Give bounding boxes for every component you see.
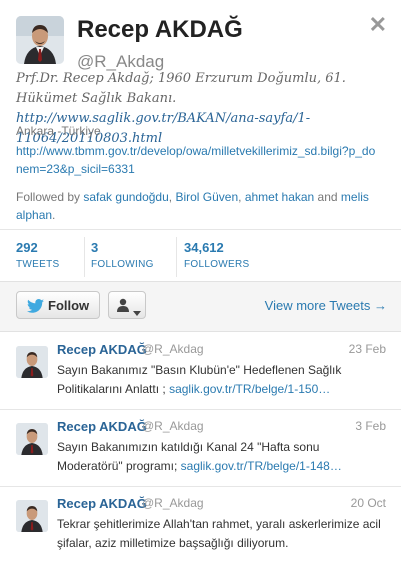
profile-location: Ankara -Türkiye (16, 124, 101, 138)
view-more-tweets-link[interactable]: View more Tweets → (265, 298, 387, 313)
stat-followers-value: 34,612 (184, 240, 224, 255)
followed-by-user[interactable]: Birol Güven (175, 190, 238, 204)
tweet-item[interactable]: Recep AKDAĞ @R_Akdag 23 Feb Sayın Bakanı… (0, 333, 401, 410)
followed-by-sep: , (238, 190, 245, 204)
followed-by-and: and (314, 190, 341, 204)
profile-avatar[interactable] (16, 16, 64, 64)
tweet-avatar[interactable] (16, 346, 48, 378)
twitter-bird-icon (27, 299, 44, 318)
tweet-date[interactable]: 23 Feb (349, 342, 386, 356)
stat-separator (84, 237, 85, 277)
tweet-author-handle[interactable]: @R_Akdag (142, 496, 204, 510)
profile-name[interactable]: Recep AKDAĞ (77, 16, 243, 44)
tweet-author-handle[interactable]: @R_Akdag (142, 419, 204, 433)
stat-tweets-label: TWEETS (16, 259, 60, 270)
divider (0, 229, 401, 230)
tweet-avatar[interactable] (16, 423, 48, 455)
tweet-link[interactable]: saglik.gov.tr/TR/belge/1-148… (181, 459, 342, 473)
stat-following-label: FOLLOWING (91, 259, 154, 270)
stat-following[interactable]: 3 FOLLOWING (91, 240, 154, 270)
stat-separator (176, 237, 177, 277)
stat-tweets[interactable]: 292 TWEETS (16, 240, 59, 270)
tweet-item[interactable]: Recep AKDAĞ @R_Akdag 20 Oct Tekrar şehit… (0, 487, 401, 563)
follow-button-label: Follow (48, 298, 90, 313)
user-actions-button[interactable] (108, 291, 146, 319)
tweet-avatar[interactable] (16, 500, 48, 532)
tweet-author-handle[interactable]: @R_Akdag (142, 342, 204, 356)
close-icon[interactable]: ✕ (369, 12, 387, 38)
followed-by-end: . (52, 208, 56, 222)
followed-by-user[interactable]: safak gundoğdu (83, 190, 168, 204)
user-icon (116, 298, 130, 317)
tweet-body: Tekrar şehitlerimize Allah'tan rahmet, y… (57, 517, 381, 550)
stat-following-value: 3 (91, 240, 99, 255)
caret-down-icon (133, 303, 141, 321)
action-bar: Follow View more Tweets → (0, 281, 401, 332)
tweet-date[interactable]: 3 Feb (355, 419, 386, 433)
tweet-author-name[interactable]: Recep AKDAĞ (57, 342, 147, 357)
tweet-text: Sayın Bakanımız "Basın Klubün'e" Hedefle… (57, 361, 387, 399)
tweet-author-name[interactable]: Recep AKDAĞ (57, 496, 147, 511)
profile-website-link[interactable]: http://www.tbmm.gov.tr/develop/owa/mille… (16, 142, 376, 178)
bio-text: Prf.Dr. Recep Akdağ; 1960 Erzurum Doğuml… (16, 71, 346, 106)
stat-followers[interactable]: 34,612 FOLLOWERS (184, 240, 250, 270)
tweet-text: Tekrar şehitlerimize Allah'tan rahmet, y… (57, 515, 387, 553)
followed-by: Followed by safak gundoğdu, Birol Güven,… (16, 188, 386, 224)
tweet-author-name[interactable]: Recep AKDAĞ (57, 419, 147, 434)
tweet-date[interactable]: 20 Oct (351, 496, 386, 510)
profile-popup: Recep AKDAĞ @R_Akdag ✕ Prf.Dr. Recep Akd… (0, 0, 401, 557)
tweet-item[interactable]: Recep AKDAĞ @R_Akdag 3 Feb Sayın Bakanım… (0, 410, 401, 487)
stat-followers-label: FOLLOWERS (184, 259, 250, 270)
followed-by-prefix: Followed by (16, 190, 84, 204)
profile-header: Recep AKDAĞ @R_Akdag ✕ (16, 12, 389, 71)
follow-button[interactable]: Follow (16, 291, 100, 319)
followed-by-user[interactable]: ahmet hakan (245, 190, 314, 204)
tweet-link[interactable]: saglik.gov.tr/TR/belge/1-150… (169, 382, 330, 396)
stat-tweets-value: 292 (16, 240, 38, 255)
tweet-text: Sayın Bakanımızın katıldığı Kanal 24 "Ha… (57, 438, 387, 476)
